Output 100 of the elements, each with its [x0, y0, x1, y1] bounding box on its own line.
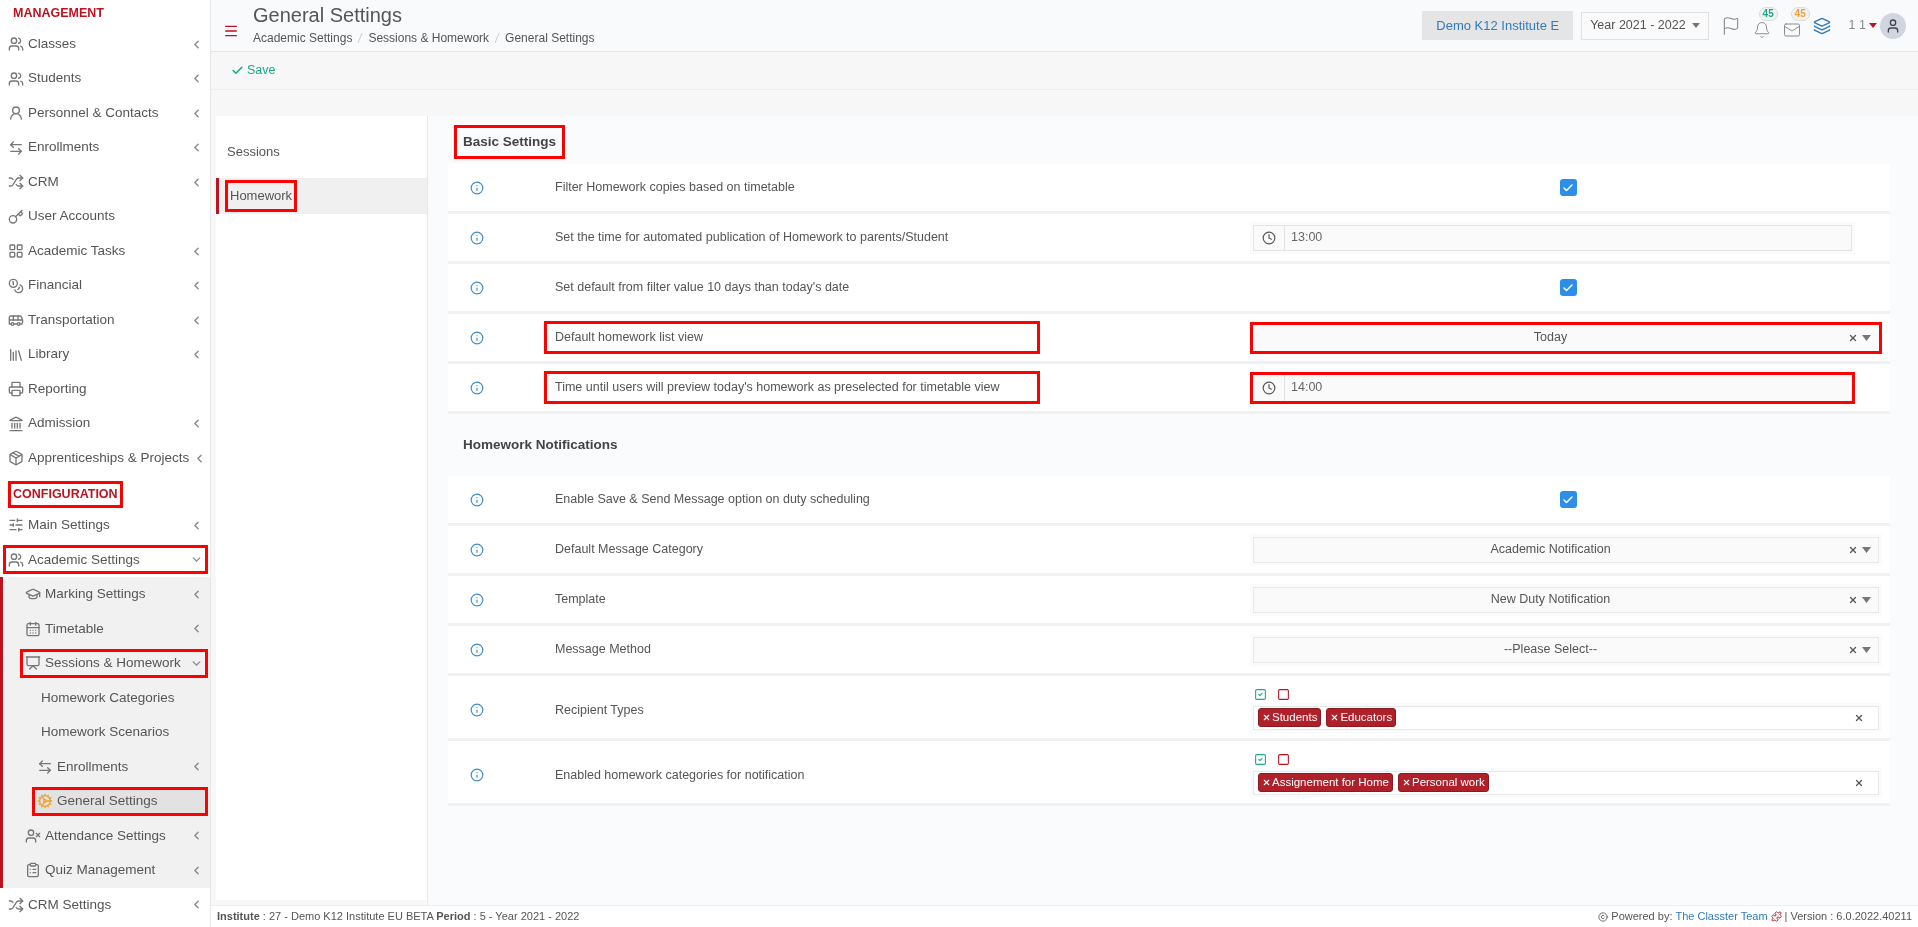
setting-label: Filter Homework copies based on timetable: [554, 179, 796, 197]
breadcrumb-link[interactable]: Academic Settings: [253, 29, 353, 47]
info-icon[interactable]: [470, 380, 484, 395]
sidebar-item[interactable]: CRM Settings: [3, 890, 208, 920]
time-field[interactable]: 14:00: [1250, 371, 1855, 404]
checkbox[interactable]: [1559, 491, 1577, 508]
sidebar-item[interactable]: Academic Settings: [3, 545, 208, 575]
message-badge: 45: [1790, 6, 1810, 21]
year-select[interactable]: Year 2021 - 2022: [1581, 11, 1709, 40]
select-all-icon[interactable]: [1254, 687, 1267, 701]
checkbox[interactable]: [1559, 279, 1577, 296]
checkbox[interactable]: [1559, 179, 1577, 196]
person-icon: [8, 105, 24, 121]
info-icon[interactable]: [470, 768, 484, 782]
institute-button[interactable]: Demo K12 Institute E: [1422, 11, 1574, 40]
info-icon[interactable]: [470, 592, 484, 607]
sidebar-item[interactable]: Reporting: [3, 374, 208, 404]
sidebar-item[interactable]: Enrollments: [32, 752, 208, 782]
sidebar-item[interactable]: Sessions & Homework: [20, 648, 208, 678]
tag[interactable]: Personal work: [1397, 773, 1489, 792]
tag-field[interactable]: Assignement for Home Personal work: [1250, 767, 1882, 798]
bus-icon: [8, 312, 24, 328]
info-icon[interactable]: [470, 330, 484, 345]
info-icon[interactable]: [470, 492, 484, 507]
info-icon[interactable]: [470, 280, 484, 295]
sidebar-item[interactable]: Classes: [3, 29, 208, 59]
clear-icon[interactable]: [1848, 594, 1858, 605]
deselect-all-icon[interactable]: [1277, 687, 1290, 701]
sidebar-item[interactable]: Personnel & Contacts: [3, 98, 208, 128]
select-field[interactable]: New Duty Notification: [1250, 583, 1882, 616]
deselect-all-icon[interactable]: [1277, 752, 1290, 766]
breadcrumb-link[interactable]: General Settings: [505, 29, 595, 47]
check-icon: [231, 64, 244, 77]
remove-icon[interactable]: [1330, 713, 1340, 722]
page-title: General Settings: [253, 4, 403, 26]
caret-icon: [1862, 596, 1871, 603]
sidebar-item[interactable]: Apprenticeships & Projects: [3, 443, 212, 473]
setting-label: Template: [554, 591, 607, 609]
sidebar-item[interactable]: Academic Tasks: [3, 236, 208, 266]
sidebar-item[interactable]: General Settings: [32, 786, 208, 816]
clear-icon[interactable]: [1848, 332, 1858, 343]
setting-label: Message Method: [554, 641, 652, 659]
bell-icon[interactable]: [1752, 20, 1771, 39]
select-field[interactable]: Academic Notification: [1250, 533, 1882, 566]
remove-icon[interactable]: [1262, 713, 1271, 722]
setting-label: Enabled homework categories for notification: [554, 766, 806, 784]
setting-label: Enable Save & Send Message option on duty scheduling: [554, 491, 871, 509]
clear-icon[interactable]: [1854, 777, 1864, 788]
arrows-icon: [37, 758, 53, 775]
tag[interactable]: Students: [1258, 708, 1322, 727]
gear-icon: [37, 793, 53, 810]
time-field[interactable]: 13:00: [1250, 221, 1855, 254]
caret-icon: [1862, 546, 1871, 553]
sidebar-item[interactable]: Attendance Settings: [20, 821, 208, 851]
select-all-icon[interactable]: [1254, 752, 1267, 766]
sidebar-item[interactable]: Quiz Management: [20, 855, 208, 885]
check-icon: [1562, 281, 1574, 294]
copyright-icon: [1598, 911, 1609, 922]
info-icon[interactable]: [470, 180, 484, 195]
tag[interactable]: Educators: [1326, 708, 1397, 727]
sidebar-item[interactable]: Transportation: [3, 305, 208, 335]
user-menu[interactable]: 1 1: [1848, 16, 1866, 35]
sidebar-item[interactable]: Admission: [3, 409, 208, 438]
sidebar-item[interactable]: Main Settings: [3, 510, 208, 540]
tag-field[interactable]: Students Educators: [1250, 702, 1882, 733]
sidebar-item[interactable]: Students: [3, 64, 208, 93]
sidebar-item[interactable]: User Accounts: [3, 202, 208, 231]
sidebar-item[interactable]: Timetable: [20, 614, 208, 644]
info-icon[interactable]: [470, 542, 484, 557]
clear-icon[interactable]: [1848, 544, 1858, 555]
puzzle-icon: [1770, 911, 1782, 922]
select-field[interactable]: --Please Select--: [1250, 633, 1882, 666]
clear-icon[interactable]: [1848, 644, 1858, 655]
remove-icon[interactable]: [1401, 778, 1411, 787]
info-icon[interactable]: [470, 642, 484, 657]
remove-icon[interactable]: [1262, 778, 1271, 787]
settings-tab[interactable]: Homework: [216, 178, 427, 214]
select-field[interactable]: Today: [1250, 321, 1882, 354]
setting-label: Set default from filter value 10 days than today's date: [554, 279, 851, 297]
settings-tab[interactable]: Sessions: [216, 134, 427, 170]
sidebar-item[interactable]: Homework Scenarios: [32, 717, 208, 747]
sidebar-item[interactable]: Marking Settings: [20, 579, 208, 609]
sidebar-item[interactable]: Homework Categories: [32, 683, 208, 713]
avatar[interactable]: [1880, 12, 1906, 39]
sidebar-item[interactable]: Library: [3, 340, 208, 369]
key-icon: [8, 208, 24, 225]
clear-icon[interactable]: [1854, 712, 1864, 723]
user-x-icon: [25, 827, 41, 844]
grid-icon: [8, 243, 24, 259]
info-icon[interactable]: [470, 703, 484, 717]
books-icon: [8, 346, 24, 363]
tag[interactable]: Assignement for Home: [1258, 773, 1393, 792]
info-icon[interactable]: [470, 230, 484, 245]
breadcrumb-link[interactable]: Sessions & Homework: [368, 29, 490, 47]
sidebar-item[interactable]: Financial: [3, 271, 208, 300]
team-link[interactable]: The Classter Team: [1675, 908, 1768, 925]
sidebar-item[interactable]: Enrollments: [3, 133, 208, 162]
calendar-icon: [25, 620, 41, 637]
sidebar-item[interactable]: CRM: [3, 167, 208, 197]
mail-icon[interactable]: [1782, 20, 1801, 39]
